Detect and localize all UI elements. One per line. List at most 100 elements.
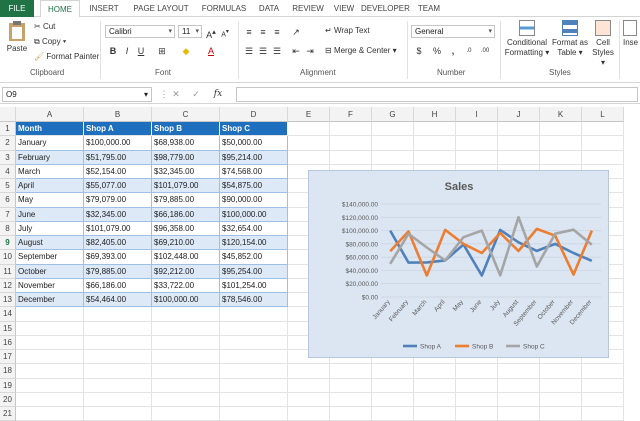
table-cell[interactable]: $45,852.00 bbox=[220, 250, 288, 265]
align-bottom-icon[interactable]: ≡ bbox=[271, 27, 283, 37]
cell[interactable] bbox=[84, 321, 152, 336]
align-left-icon[interactable]: ☰ bbox=[243, 46, 255, 56]
cell[interactable] bbox=[540, 407, 582, 421]
cell[interactable] bbox=[220, 335, 288, 350]
table-cell[interactable]: $55,077.00 bbox=[84, 179, 152, 194]
row-header-5[interactable]: 5 bbox=[0, 179, 16, 194]
cell[interactable] bbox=[220, 307, 288, 322]
cell[interactable] bbox=[152, 392, 220, 407]
table-cell[interactable]: $79,885.00 bbox=[152, 193, 220, 208]
table-cell[interactable]: $54,464.00 bbox=[84, 293, 152, 308]
row-header-6[interactable]: 6 bbox=[0, 193, 16, 208]
cell[interactable] bbox=[330, 364, 372, 379]
table-cell[interactable]: $90,000.00 bbox=[220, 193, 288, 208]
decrease-decimal-icon[interactable]: .00 bbox=[479, 46, 491, 56]
decrease-font-icon[interactable]: A▾ bbox=[219, 27, 231, 38]
tab-view[interactable]: VIEW bbox=[331, 0, 357, 17]
table-cell[interactable]: $69,210.00 bbox=[152, 236, 220, 251]
cell[interactable] bbox=[540, 392, 582, 407]
table-cell[interactable]: October bbox=[16, 264, 84, 279]
table-header-cell[interactable]: Shop B bbox=[152, 122, 220, 137]
table-cell[interactable]: $79,079.00 bbox=[84, 193, 152, 208]
merge-center-button[interactable]: ⊟ Merge & Center ▾ bbox=[325, 46, 397, 55]
table-cell[interactable]: $69,393.00 bbox=[84, 250, 152, 265]
column-header-l[interactable]: L bbox=[582, 107, 624, 122]
row-header-20[interactable]: 20 bbox=[0, 392, 16, 407]
column-header-b[interactable]: B bbox=[84, 107, 152, 122]
table-cell[interactable]: $32,345.00 bbox=[84, 207, 152, 222]
cell[interactable] bbox=[498, 122, 540, 137]
cell[interactable] bbox=[220, 392, 288, 407]
cell[interactable] bbox=[16, 350, 84, 365]
cell[interactable] bbox=[456, 136, 498, 151]
table-cell[interactable]: $74,568.00 bbox=[220, 164, 288, 179]
cancel-icon[interactable]: ✕ bbox=[170, 89, 182, 99]
table-cell[interactable]: $32,654.00 bbox=[220, 221, 288, 236]
cell[interactable] bbox=[288, 136, 330, 151]
row-header-15[interactable]: 15 bbox=[0, 321, 16, 336]
cell[interactable] bbox=[582, 407, 624, 421]
row-header-17[interactable]: 17 bbox=[0, 350, 16, 365]
column-header-a[interactable]: A bbox=[16, 107, 84, 122]
row-header-21[interactable]: 21 bbox=[0, 407, 16, 421]
column-header-i[interactable]: I bbox=[456, 107, 498, 122]
cell[interactable] bbox=[152, 307, 220, 322]
cell[interactable] bbox=[330, 378, 372, 393]
cell[interactable] bbox=[16, 335, 84, 350]
cell[interactable] bbox=[288, 150, 330, 165]
table-cell[interactable]: $92,212.00 bbox=[152, 264, 220, 279]
table-cell[interactable]: $54,875.00 bbox=[220, 179, 288, 194]
cell[interactable] bbox=[16, 307, 84, 322]
cell[interactable] bbox=[152, 364, 220, 379]
row-header-8[interactable]: 8 bbox=[0, 221, 16, 236]
cell[interactable] bbox=[372, 407, 414, 421]
conditional-formatting-button[interactable]: Conditional Formatting ▾ bbox=[503, 20, 551, 58]
cell[interactable] bbox=[84, 307, 152, 322]
cell[interactable] bbox=[152, 335, 220, 350]
cell[interactable] bbox=[582, 150, 624, 165]
cell[interactable] bbox=[288, 122, 330, 137]
insert-function-icon[interactable]: fx bbox=[212, 89, 224, 99]
cell[interactable] bbox=[414, 364, 456, 379]
insert-cells-button[interactable]: Inse bbox=[623, 20, 638, 47]
select-all-corner[interactable] bbox=[0, 107, 16, 122]
enter-icon[interactable]: ✓ bbox=[190, 89, 202, 99]
cell[interactable] bbox=[456, 364, 498, 379]
formula-input[interactable] bbox=[236, 87, 638, 102]
table-cell[interactable]: $101,079.00 bbox=[152, 179, 220, 194]
table-cell[interactable]: $95,214.00 bbox=[220, 150, 288, 165]
tab-team[interactable]: TEAM bbox=[412, 0, 446, 17]
currency-icon[interactable]: $ bbox=[413, 46, 425, 56]
align-middle-icon[interactable]: ≡ bbox=[257, 27, 269, 37]
cell[interactable] bbox=[372, 150, 414, 165]
table-cell[interactable]: $120,154.00 bbox=[220, 236, 288, 251]
cell[interactable] bbox=[582, 122, 624, 137]
cell[interactable] bbox=[414, 407, 456, 421]
column-header-f[interactable]: F bbox=[330, 107, 372, 122]
table-cell[interactable]: $95,254.00 bbox=[220, 264, 288, 279]
cell[interactable] bbox=[414, 150, 456, 165]
cell[interactable] bbox=[152, 407, 220, 421]
row-header-10[interactable]: 10 bbox=[0, 250, 16, 265]
cell[interactable] bbox=[540, 364, 582, 379]
table-cell[interactable]: February bbox=[16, 150, 84, 165]
borders-icon[interactable]: ⊞ bbox=[156, 46, 168, 56]
comma-icon[interactable]: , bbox=[447, 46, 459, 56]
column-header-d[interactable]: D bbox=[220, 107, 288, 122]
row-header-7[interactable]: 7 bbox=[0, 207, 16, 222]
cell[interactable] bbox=[456, 378, 498, 393]
orientation-icon[interactable]: ↗ bbox=[290, 27, 302, 37]
cell[interactable] bbox=[414, 136, 456, 151]
cell[interactable] bbox=[330, 122, 372, 137]
column-header-g[interactable]: G bbox=[372, 107, 414, 122]
cell[interactable] bbox=[414, 378, 456, 393]
cell[interactable] bbox=[498, 364, 540, 379]
cell[interactable] bbox=[372, 364, 414, 379]
increase-font-icon[interactable]: A▴ bbox=[205, 27, 217, 40]
cell[interactable] bbox=[84, 392, 152, 407]
column-header-h[interactable]: H bbox=[414, 107, 456, 122]
cell[interactable] bbox=[582, 378, 624, 393]
increase-indent-icon[interactable]: ⇥ bbox=[304, 46, 316, 56]
row-header-11[interactable]: 11 bbox=[0, 264, 16, 279]
table-cell[interactable]: November bbox=[16, 278, 84, 293]
